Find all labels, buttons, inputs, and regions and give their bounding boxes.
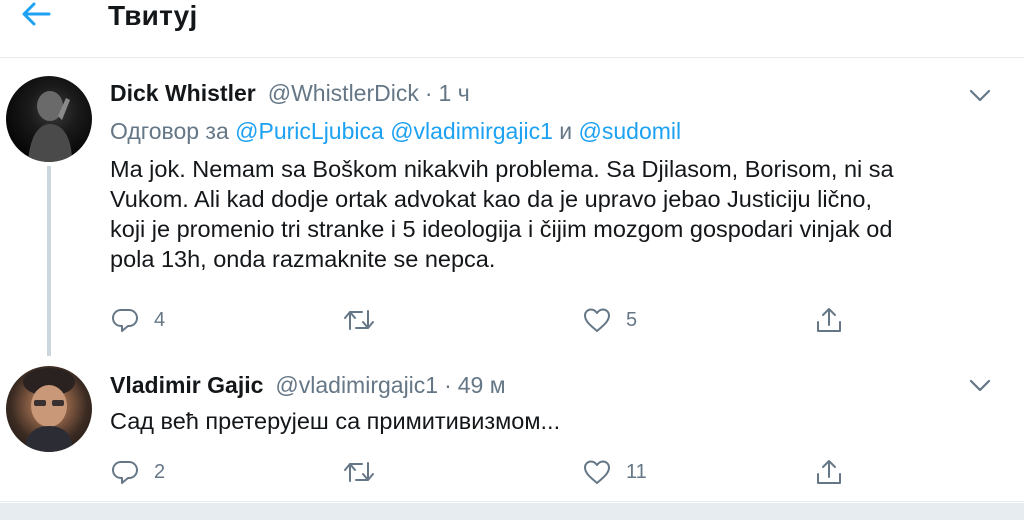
page-header: Твитуј bbox=[0, 0, 1024, 58]
share-button[interactable] bbox=[814, 300, 844, 340]
reply-context: Одговор за @PuricLjubica @vladimirgajic1… bbox=[110, 118, 681, 145]
mention-link[interactable]: @vladimirgajic1 bbox=[390, 118, 553, 144]
like-count: 11 bbox=[626, 460, 647, 483]
tweet-text: Ma jok. Nemam sa Boškom nikakvih problem… bbox=[110, 154, 990, 274]
retweet-button[interactable] bbox=[342, 452, 390, 492]
timestamp[interactable]: 1 ч bbox=[439, 80, 470, 107]
tweet[interactable]: Dick Whistler @WhistlerDick · 1 ч Одгово… bbox=[0, 60, 1024, 356]
tweet-text-line: koji je promenio tri stranke i 5 ideolog… bbox=[110, 216, 893, 242]
like-count: 5 bbox=[626, 308, 638, 331]
arrow-left-icon bbox=[22, 2, 51, 26]
thread-line bbox=[47, 166, 51, 356]
user-handle[interactable]: @vladimirgajic1 bbox=[275, 372, 438, 399]
timestamp[interactable]: 49 м bbox=[458, 372, 506, 399]
like-button[interactable]: 11 bbox=[582, 452, 647, 492]
avatar-silhouette-icon bbox=[28, 91, 72, 162]
separator-dot: · bbox=[424, 80, 433, 106]
reply-conjunction: и bbox=[559, 118, 573, 144]
tweet-actions: 2 11 bbox=[110, 452, 870, 492]
heart-icon bbox=[584, 308, 610, 332]
display-name[interactable]: Dick Whistler bbox=[110, 80, 256, 107]
reply-button[interactable]: 4 bbox=[110, 300, 165, 340]
reply-count: 4 bbox=[154, 308, 166, 331]
tweet-text-line: Сад већ претерујеш са примитивизмом... bbox=[110, 408, 561, 434]
avatar[interactable] bbox=[6, 76, 92, 162]
chevron-down-icon bbox=[969, 379, 991, 392]
reply-icon bbox=[112, 309, 138, 332]
separator-dot: · bbox=[444, 372, 452, 398]
share-icon bbox=[817, 308, 841, 332]
avatar-face-icon bbox=[23, 368, 75, 452]
back-button[interactable] bbox=[14, 0, 58, 34]
display-name[interactable]: Vladimir Gajic bbox=[110, 372, 263, 399]
chevron-down-icon bbox=[969, 89, 991, 102]
more-options-button[interactable] bbox=[966, 82, 994, 110]
share-button[interactable] bbox=[814, 452, 844, 492]
tweet-header: Dick Whistler @WhistlerDick · 1 ч bbox=[110, 80, 470, 107]
retweet-button[interactable] bbox=[342, 300, 390, 340]
share-icon bbox=[817, 460, 841, 484]
reply-button[interactable]: 2 bbox=[110, 452, 165, 492]
tweet[interactable]: Vladimir Gajic @vladimirgajic1 · 49 м Са… bbox=[0, 348, 1024, 502]
tweet-text: Сад већ претерујеш са примитивизмом... bbox=[110, 406, 990, 436]
tweet-text-line: pola 13h, onda razmaknite se nepca. bbox=[110, 246, 496, 272]
user-handle[interactable]: @WhistlerDick bbox=[268, 80, 419, 107]
page-title: Твитуј bbox=[108, 0, 198, 31]
reply-icon bbox=[112, 461, 138, 484]
tweet-text-line: Ma jok. Nemam sa Boškom nikakvih problem… bbox=[110, 156, 894, 182]
tweet-header: Vladimir Gajic @vladimirgajic1 · 49 м bbox=[110, 372, 506, 399]
mention-link[interactable]: @sudomil bbox=[579, 118, 682, 144]
reply-count: 2 bbox=[154, 460, 166, 483]
like-button[interactable]: 5 bbox=[582, 300, 637, 340]
tweet-text-line: Vukom. Ali kad dodje ortak advokat kao d… bbox=[110, 186, 873, 212]
heart-icon bbox=[584, 460, 610, 484]
mention-link[interactable]: @PuricLjubica bbox=[235, 118, 384, 144]
retweet-icon bbox=[344, 462, 374, 482]
reply-prefix: Одговор за bbox=[110, 118, 229, 144]
more-options-button[interactable] bbox=[966, 372, 994, 400]
tweet-actions: 4 5 bbox=[110, 300, 870, 340]
avatar[interactable] bbox=[6, 366, 92, 452]
retweet-icon bbox=[344, 310, 374, 330]
footer-divider bbox=[0, 503, 1024, 520]
